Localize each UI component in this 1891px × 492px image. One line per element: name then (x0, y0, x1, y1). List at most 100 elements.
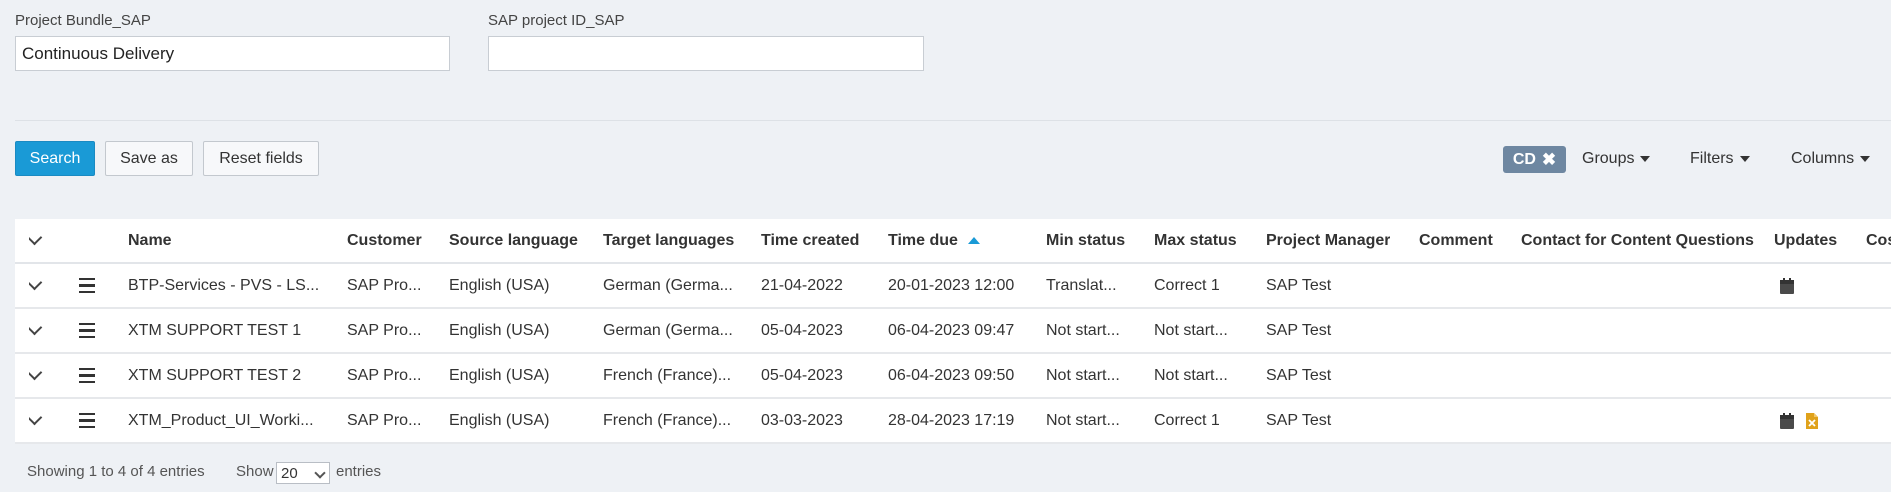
column-header-min-status[interactable]: Min status (1046, 219, 1125, 262)
chevron-down-icon (314, 467, 326, 479)
column-header-name[interactable]: Name (128, 219, 172, 262)
cell-target-languages: French (France)... (603, 411, 732, 429)
groups-label: Groups (1582, 150, 1635, 167)
file-excel-icon[interactable] (1804, 412, 1820, 430)
hamburger-menu-icon (79, 322, 95, 339)
column-header-source-language[interactable]: Source language (449, 219, 578, 262)
column-header-project-manager[interactable]: Project Manager (1266, 219, 1390, 262)
chevron-down-icon (29, 364, 43, 381)
cell-max-status: Not start... (1154, 366, 1228, 384)
projects-table: Name Customer Source language Target lan… (15, 219, 1891, 444)
cell-customer: SAP Pro... (347, 366, 422, 384)
caret-down-icon (1640, 156, 1651, 162)
sap-project-id-label: SAP project ID_SAP (488, 12, 625, 29)
save-as-button[interactable]: Save as (105, 141, 193, 176)
cell-updates (1779, 354, 1859, 397)
expand-all-toggle[interactable] (29, 219, 49, 262)
column-header-time-due[interactable]: Time due (888, 219, 980, 262)
cell-time-due: 06-04-2023 09:47 (888, 321, 1015, 339)
project-bundle-label: Project Bundle_SAP (15, 12, 151, 29)
page-size-value: 20 (281, 464, 298, 482)
cell-updates (1779, 309, 1859, 352)
row-menu-button[interactable] (79, 264, 99, 307)
divider (15, 120, 1891, 121)
caret-down-icon (1860, 156, 1871, 162)
filter-tag-cd[interactable]: CD ✖ (1503, 146, 1566, 173)
cell-updates (1779, 399, 1859, 442)
row-expand-toggle[interactable] (29, 354, 49, 397)
cell-time-created: 05-04-2023 (761, 366, 843, 384)
cell-min-status: Translat... (1046, 276, 1117, 294)
search-button[interactable]: Search (15, 141, 95, 176)
table-row[interactable]: BTP-Services - PVS - LS... SAP Pro... Engl… (15, 264, 1891, 309)
cell-time-due: 28-04-2023 17:19 (888, 411, 1015, 429)
table-row[interactable]: XTM SUPPORT TEST 2 SAP Pro... English (USA… (15, 354, 1891, 399)
filters-label: Filters (1690, 150, 1734, 167)
cell-customer: SAP Pro... (347, 411, 422, 429)
cell-target-languages: German (Germa... (603, 276, 733, 294)
cell-name[interactable]: BTP-Services - PVS - LS... (128, 264, 333, 307)
chevron-down-icon (29, 274, 43, 291)
cell-name[interactable]: XTM SUPPORT TEST 1 (128, 309, 333, 352)
chevron-down-icon (29, 319, 43, 336)
column-header-contact[interactable]: Contact for Content Questions (1521, 219, 1754, 262)
sap-project-id-input[interactable] (488, 36, 924, 71)
project-bundle-input[interactable] (15, 36, 450, 71)
cell-time-due: 06-04-2023 09:50 (888, 366, 1015, 384)
columns-dropdown[interactable]: Columns (1791, 150, 1871, 168)
filter-tag-label: CD (1512, 150, 1536, 168)
row-expand-toggle[interactable] (29, 264, 49, 307)
cell-min-status: Not start... (1046, 366, 1120, 384)
entries-label: entries (336, 463, 382, 480)
cell-name[interactable]: XTM_Product_UI_Worki... (128, 399, 333, 442)
cell-customer: SAP Pro... (347, 321, 422, 339)
groups-dropdown[interactable]: Groups (1582, 150, 1651, 168)
column-header-customer[interactable]: Customer (347, 219, 422, 262)
cell-customer: SAP Pro... (347, 276, 422, 294)
show-label: Show (236, 463, 274, 480)
cell-source-language: English (USA) (449, 276, 550, 294)
close-icon[interactable]: ✖ (1542, 150, 1556, 170)
filters-dropdown[interactable]: Filters (1690, 150, 1750, 168)
page-size-select[interactable]: 20 (276, 462, 330, 484)
column-header-time-created[interactable]: Time created (761, 219, 859, 262)
chevron-down-icon (29, 229, 43, 246)
row-expand-toggle[interactable] (29, 399, 49, 442)
columns-label: Columns (1791, 150, 1855, 167)
cell-min-status: Not start... (1046, 321, 1120, 339)
cell-target-languages: German (Germa... (603, 321, 733, 339)
cell-min-status: Not start... (1046, 411, 1120, 429)
time-due-label: Time due (888, 231, 958, 249)
reset-fields-button[interactable]: Reset fields (203, 141, 319, 176)
cell-time-due: 20-01-2023 12:00 (888, 276, 1015, 294)
cell-project-manager: SAP Test (1266, 366, 1332, 384)
column-header-comment[interactable]: Comment (1419, 219, 1493, 262)
table-row[interactable]: XTM SUPPORT TEST 1 SAP Pro... English (USA… (15, 309, 1891, 354)
hamburger-menu-icon (79, 412, 95, 429)
table-row[interactable]: XTM_Product_UI_Worki... SAP Pro... English… (15, 399, 1891, 444)
sort-ascending-icon (967, 237, 980, 244)
hamburger-menu-icon (79, 277, 95, 294)
column-header-updates[interactable]: Updates (1774, 219, 1837, 262)
caret-down-icon (1739, 156, 1750, 162)
cell-source-language: English (USA) (449, 366, 550, 384)
row-menu-button[interactable] (79, 309, 99, 352)
column-header-target-languages[interactable]: Target languages (603, 219, 734, 262)
column-header-cost[interactable]: Cos (1866, 219, 1891, 262)
table-header: Name Customer Source language Target lan… (15, 219, 1891, 264)
chevron-down-icon (29, 409, 43, 426)
row-menu-button[interactable] (79, 354, 99, 397)
column-header-max-status[interactable]: Max status (1154, 219, 1237, 262)
cell-source-language: English (USA) (449, 321, 550, 339)
cell-max-status: Correct 1 (1154, 276, 1220, 294)
cell-max-status: Correct 1 (1154, 411, 1220, 429)
calendar-icon[interactable] (1779, 277, 1795, 295)
cell-updates (1779, 264, 1859, 307)
cell-project-manager: SAP Test (1266, 276, 1332, 294)
row-expand-toggle[interactable] (29, 309, 49, 352)
hamburger-menu-icon (79, 367, 95, 384)
row-menu-button[interactable] (79, 399, 99, 442)
cell-name[interactable]: XTM SUPPORT TEST 2 (128, 354, 333, 397)
cell-max-status: Not start... (1154, 321, 1228, 339)
calendar-icon[interactable] (1779, 412, 1795, 430)
